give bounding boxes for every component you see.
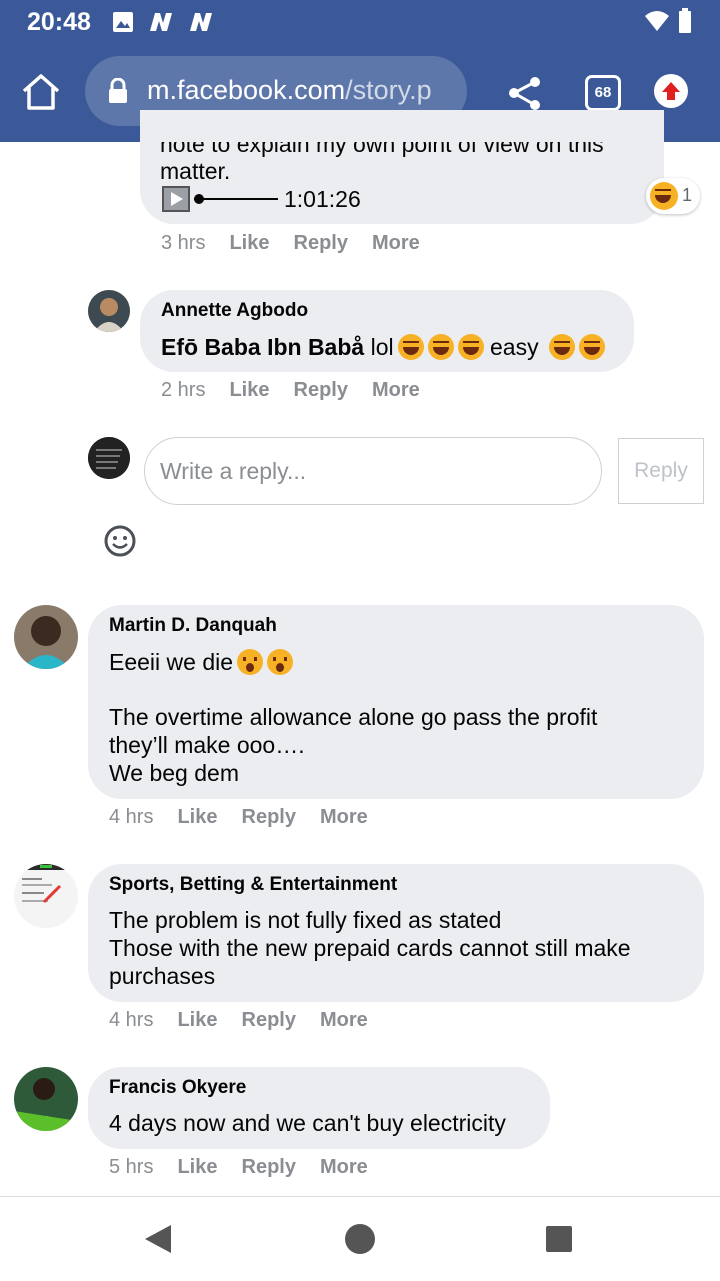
more-button[interactable]: More [320, 1156, 368, 1178]
hushed-emoji-icon [237, 649, 264, 675]
reply-button[interactable]: Reply [294, 232, 348, 254]
comment-actions: 4 hrs Like Reply More [109, 806, 392, 829]
more-button[interactable]: More [320, 806, 368, 828]
battery-icon [678, 8, 692, 39]
system-navigation-bar [0, 1196, 720, 1281]
like-button[interactable]: Like [229, 232, 269, 254]
like-button[interactable]: Like [177, 1156, 217, 1178]
back-icon [145, 1225, 171, 1253]
comment-time: 4 hrs [109, 806, 154, 828]
square-recents-icon [546, 1226, 572, 1252]
comment-time: 3 hrs [161, 232, 206, 254]
hushed-emoji-icon [267, 649, 294, 675]
home-icon [22, 74, 60, 110]
reply-input[interactable]: Write a reply... [144, 437, 602, 505]
emoji-picker-button[interactable] [103, 524, 137, 558]
more-button[interactable]: More [372, 232, 420, 254]
comment-actions: 5 hrs Like Reply More [109, 1156, 392, 1179]
reply-button[interactable]: Reply [294, 379, 348, 401]
share-button[interactable] [505, 74, 545, 114]
comment-text-part: easy [483, 334, 545, 360]
reply-submit-button[interactable]: Reply [618, 438, 704, 504]
audio-duration: 1:01:26 [284, 186, 361, 212]
comment-text: matter. [160, 158, 231, 184]
avatar[interactable] [88, 290, 130, 332]
laughing-emoji-icon [397, 334, 424, 360]
like-button[interactable]: Like [177, 806, 217, 828]
wifi-icon [644, 10, 670, 37]
lock-icon [107, 77, 129, 109]
reaction-summary[interactable]: 1 [646, 178, 700, 214]
url-path: /story.p [345, 75, 432, 105]
comment-text: they’ll make ooo…. [109, 732, 305, 758]
more-button[interactable]: More [372, 379, 420, 401]
share-icon [509, 77, 540, 110]
comment-text: We beg dem [109, 760, 239, 786]
reaction-count: 1 [682, 185, 693, 205]
comment-actions: 3 hrs Like Reply More [161, 232, 444, 255]
recents-button[interactable] [545, 1225, 573, 1258]
laughing-emoji-icon [578, 334, 605, 360]
comment-text: The problem is not fully fixed as stated [109, 907, 502, 933]
avatar[interactable] [14, 864, 78, 928]
comment-time: 5 hrs [109, 1156, 154, 1178]
laughing-emoji-icon [548, 334, 575, 360]
avatar [88, 437, 130, 479]
play-icon[interactable] [162, 186, 190, 212]
comment-text-part: lol [364, 334, 394, 360]
circle-home-icon [345, 1224, 375, 1254]
comment-actions: 2 hrs Like Reply More [161, 379, 444, 402]
comment-text: Efō Baba Ibn Babå lol easy [161, 333, 605, 361]
comment-text: Eeeii we die [109, 648, 294, 676]
menu-button[interactable] [654, 74, 688, 108]
haha-reaction-icon [650, 182, 678, 210]
reply-button[interactable]: Reply [242, 806, 296, 828]
home-button[interactable] [18, 70, 64, 116]
n-notification-icon [148, 11, 174, 38]
status-bar: 20:48 [0, 0, 720, 44]
reply-button[interactable]: Reply [242, 1009, 296, 1031]
avatar[interactable] [14, 605, 78, 669]
comment-actions: 4 hrs Like Reply More [109, 1009, 392, 1032]
comment-time: 4 hrs [109, 1009, 154, 1031]
comment-text: purchases [109, 963, 216, 989]
status-time: 20:48 [27, 8, 91, 36]
tab-switcher-button[interactable]: 68 [585, 75, 621, 111]
comment-text: The overtime allowance alone go pass the… [109, 704, 598, 730]
comment-author[interactable]: Annette Agbodo [161, 300, 308, 322]
smiley-icon [104, 525, 136, 557]
comment-time: 2 hrs [161, 379, 206, 401]
like-button[interactable]: Like [177, 1009, 217, 1031]
comment-text-part: Eeeii we die [109, 649, 234, 675]
audio-progress-handle[interactable] [194, 194, 204, 204]
laughing-emoji-icon [457, 334, 484, 360]
like-button[interactable]: Like [229, 379, 269, 401]
comment-author[interactable]: Martin D. Danquah [109, 615, 277, 637]
update-arrow-icon [662, 82, 680, 100]
mention-link[interactable]: Efō Baba Ibn Babå [161, 334, 364, 360]
url-text: m.facebook.com/story.p [147, 75, 432, 106]
url-domain: m.facebook.com [147, 75, 346, 105]
comment-author[interactable]: Francis Okyere [109, 1077, 246, 1099]
laughing-emoji-icon [427, 334, 454, 360]
comment-text: 4 days now and we can't buy electricity [109, 1110, 506, 1136]
more-button[interactable]: More [320, 1009, 368, 1031]
avatar[interactable] [14, 1067, 78, 1131]
audio-progress-track[interactable] [194, 198, 278, 200]
comment-author[interactable]: Sports, Betting & Entertainment [109, 874, 397, 896]
image-notification-icon [112, 11, 134, 38]
reply-button[interactable]: Reply [242, 1156, 296, 1178]
home-nav-button[interactable] [344, 1223, 376, 1260]
back-button[interactable] [143, 1223, 173, 1260]
reply-input-placeholder: Write a reply... [160, 458, 307, 484]
n-notification-icon [188, 11, 214, 38]
comment-text: Those with the new prepaid cards cannot … [109, 935, 631, 961]
